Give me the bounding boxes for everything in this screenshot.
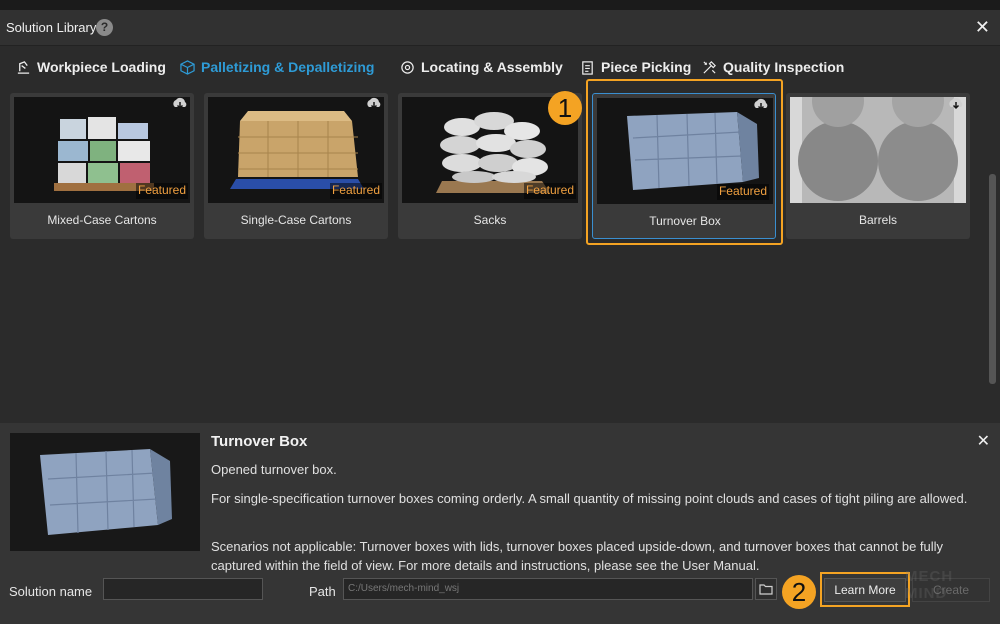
- tab-label: Palletizing & Depalletizing: [201, 59, 375, 75]
- solution-card-mixed-case-cartons[interactable]: Featured Mixed-Case Cartons: [10, 93, 194, 239]
- tab-piece-picking[interactable]: Piece Picking: [580, 56, 691, 78]
- card-label: Mixed-Case Cartons: [47, 213, 157, 227]
- detail-title: Turnover Box: [211, 433, 308, 450]
- detail-turnover-box-image: [10, 433, 200, 551]
- solution-library-window: Solution Library ? ✕ Workpiece Loading P…: [0, 10, 1000, 624]
- tools-icon: [703, 60, 716, 74]
- featured-badge: Featured: [329, 183, 382, 199]
- detail-summary: Opened turnover box.: [211, 462, 337, 477]
- tab-quality-inspection[interactable]: Quality Inspection: [702, 56, 844, 78]
- close-icon[interactable]: ✕: [975, 18, 990, 36]
- create-button[interactable]: Create: [912, 578, 990, 602]
- tab-label: Quality Inspection: [723, 59, 845, 75]
- folder-icon: [759, 584, 773, 595]
- solution-name-label: Solution name: [9, 584, 93, 599]
- download-icon[interactable]: [753, 98, 769, 112]
- card-label: Single-Case Cartons: [240, 213, 352, 227]
- download-icon[interactable]: [948, 97, 964, 111]
- solution-card-turnover-box[interactable]: Featured Turnover Box: [592, 93, 776, 239]
- target-icon: [401, 60, 414, 74]
- tab-label: Piece Picking: [601, 59, 692, 75]
- card-label: Turnover Box: [649, 214, 721, 228]
- learn-more-button[interactable]: Learn More: [824, 578, 906, 602]
- solution-card-barrels[interactable]: Barrels: [786, 93, 970, 239]
- browse-folder-button[interactable]: [755, 578, 777, 600]
- featured-badge: Featured: [716, 184, 769, 200]
- card-label: Sacks: [473, 213, 507, 227]
- barrels-image: [790, 97, 966, 203]
- tab-label: Locating & Assembly: [421, 59, 563, 75]
- download-icon[interactable]: [172, 97, 188, 111]
- detail-description: For single-specification turnover boxes …: [211, 491, 968, 506]
- solution-name-input[interactable]: [103, 578, 263, 600]
- featured-badge: Featured: [523, 183, 576, 199]
- annotation-marker-1: 1: [548, 91, 582, 125]
- download-icon[interactable]: [366, 97, 382, 111]
- loading-icon: [17, 60, 30, 74]
- window-title: Solution Library: [6, 20, 97, 35]
- detail-scenarios: Scenarios not applicable: Turnover boxes…: [211, 539, 944, 573]
- grid-scrollbar[interactable]: [989, 174, 996, 384]
- category-tabs: Workpiece Loading Palletizing & Depallet…: [0, 52, 1000, 78]
- annotation-marker-2: 2: [782, 575, 816, 609]
- tab-workpiece-loading[interactable]: Workpiece Loading: [16, 56, 166, 78]
- help-icon[interactable]: ?: [96, 19, 113, 36]
- tab-label: Workpiece Loading: [37, 59, 166, 75]
- path-input[interactable]: C:/Users/mech-mind_wsj: [343, 578, 753, 600]
- card-label: Barrels: [858, 213, 897, 227]
- featured-badge: Featured: [135, 183, 188, 199]
- close-icon[interactable]: ✕: [977, 431, 990, 451]
- solution-grid: Featured Mixed-Case Cartons Featured Sin…: [0, 90, 996, 430]
- tab-locating-assembly[interactable]: Locating & Assembly: [400, 56, 563, 78]
- tab-palletizing-depalletizing[interactable]: Palletizing & Depalletizing: [180, 56, 374, 78]
- solution-card-single-case-cartons[interactable]: Featured Single-Case Cartons: [204, 93, 388, 239]
- title-bar: Solution Library ? ✕: [0, 10, 1000, 46]
- path-label: Path: [309, 584, 336, 599]
- cube-icon: [180, 59, 195, 75]
- clipboard-icon: [582, 60, 593, 75]
